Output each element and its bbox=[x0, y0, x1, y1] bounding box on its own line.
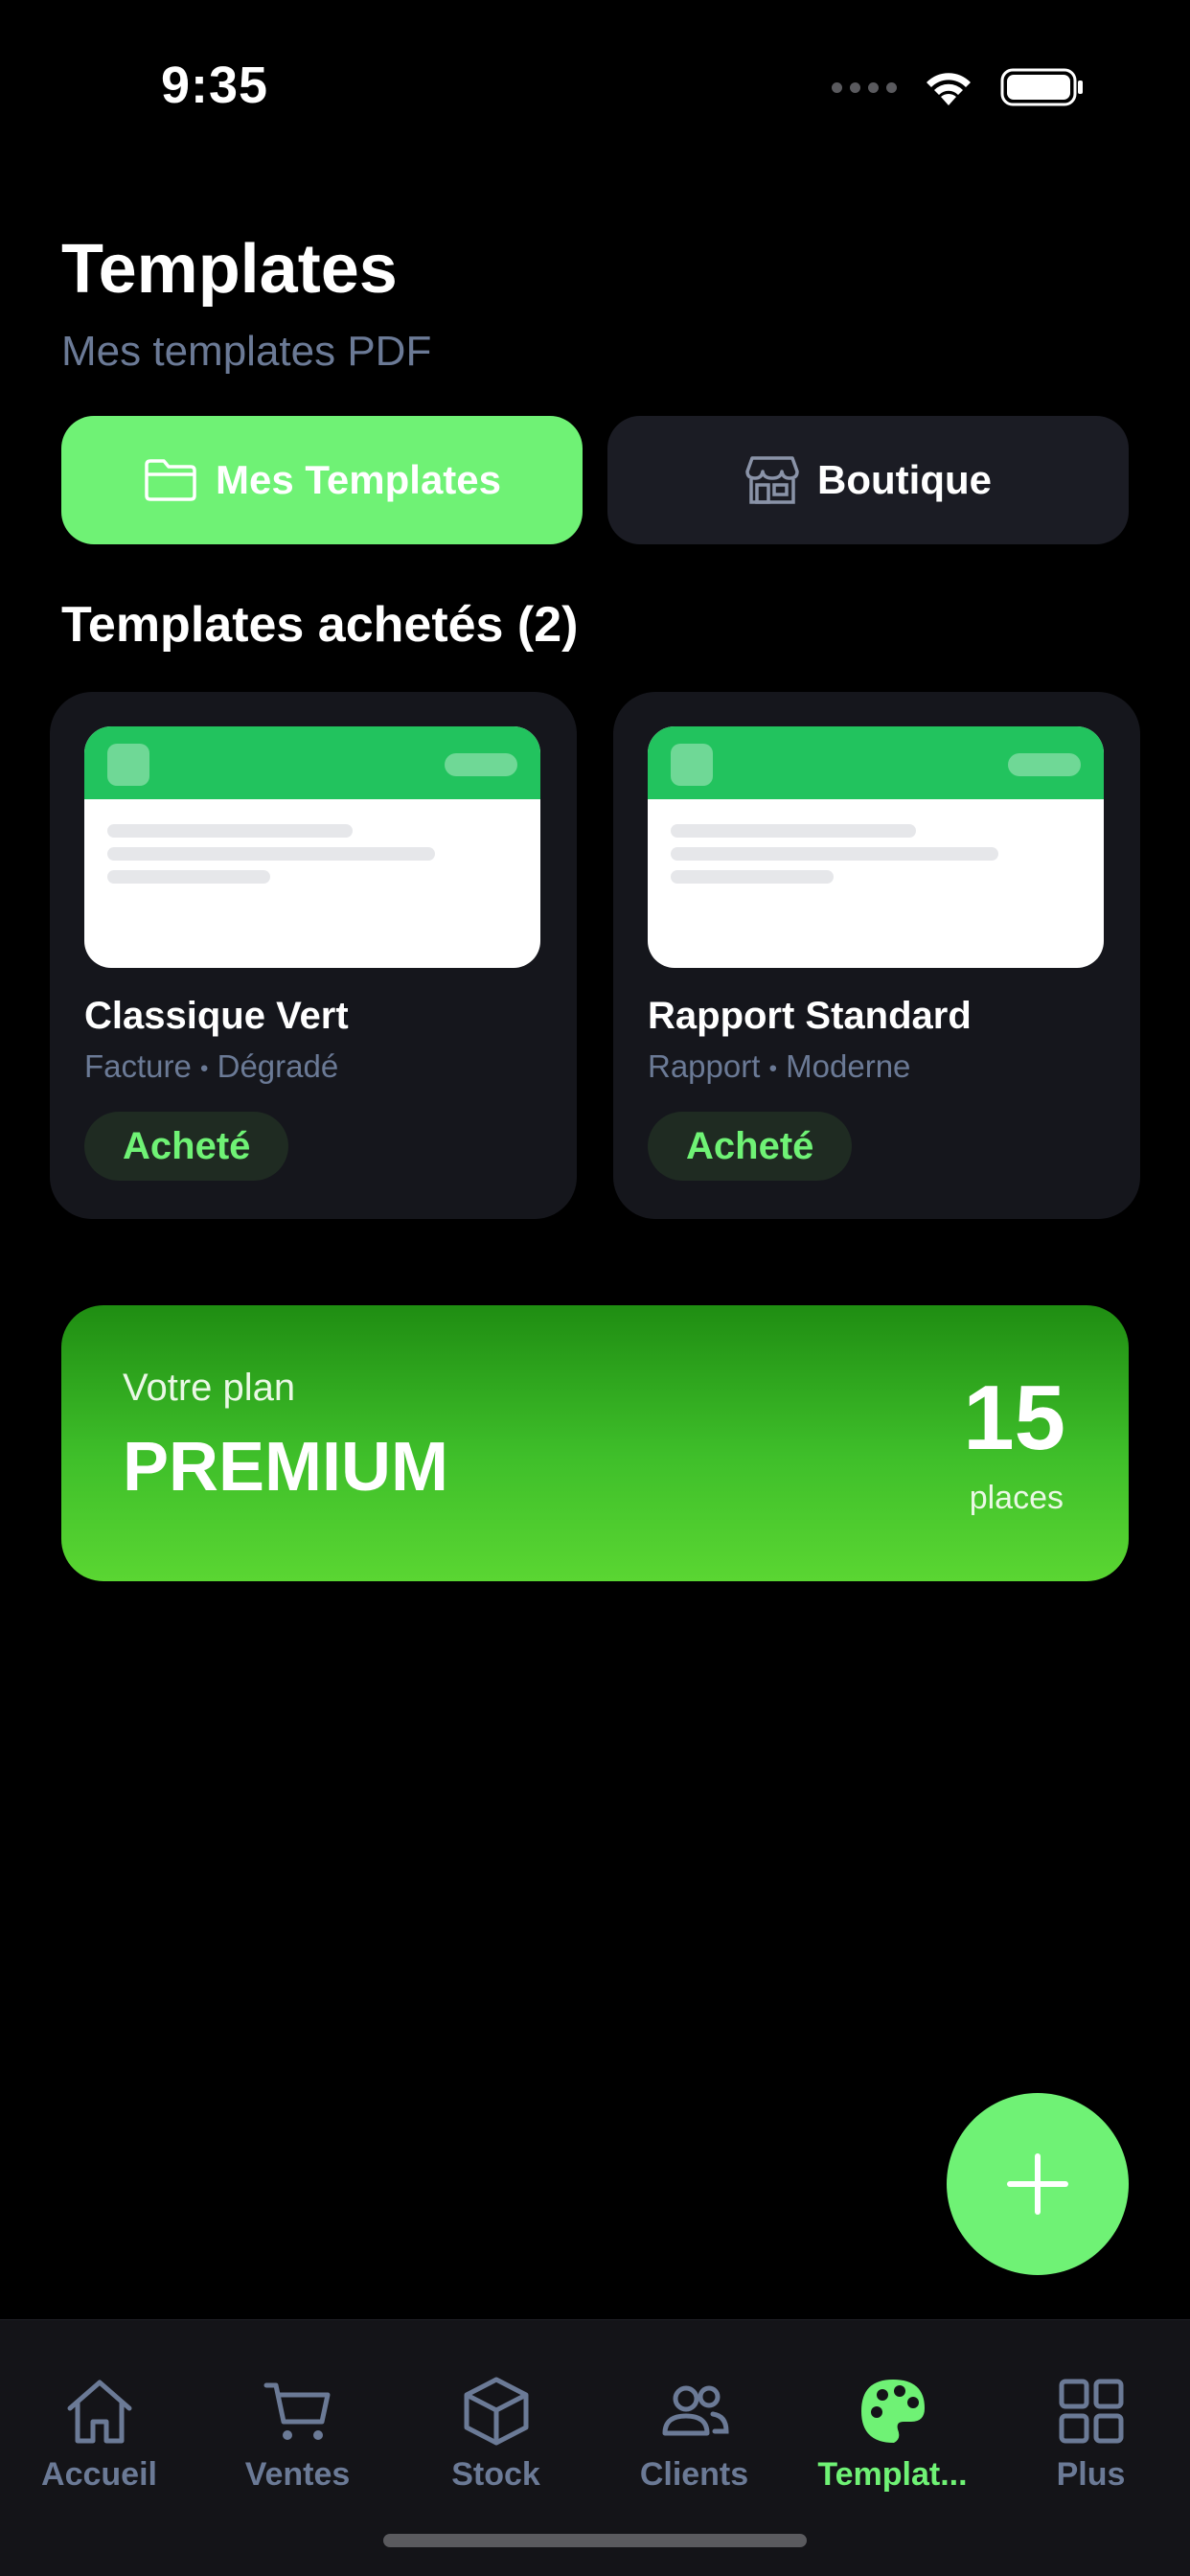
plan-seat-unit: places bbox=[969, 1480, 1064, 1516]
storefront-icon bbox=[745, 456, 799, 504]
cellular-signal-icon bbox=[832, 81, 897, 93]
tab-label: Clients bbox=[639, 2456, 749, 2493]
template-name: Rapport Standard bbox=[648, 995, 972, 1037]
template-name: Classique Vert bbox=[84, 995, 349, 1037]
template-category: Facture bbox=[84, 1048, 192, 1084]
template-meta: Rapport • Moderne bbox=[648, 1048, 910, 1085]
shop-label: Boutique bbox=[817, 457, 992, 502]
battery-icon bbox=[1000, 68, 1083, 106]
add-template-button[interactable] bbox=[947, 2093, 1129, 2275]
template-thumbnail bbox=[84, 726, 540, 968]
tab-label: Accueil bbox=[41, 2456, 157, 2493]
status-time: 9:35 bbox=[161, 57, 269, 114]
page-title: Templates bbox=[61, 231, 398, 308]
box-icon bbox=[464, 2377, 528, 2446]
template-style: Dégradé bbox=[217, 1048, 339, 1084]
plan-seat-count: 15 bbox=[963, 1367, 1065, 1469]
template-thumbnail bbox=[648, 726, 1104, 968]
template-category: Rapport bbox=[648, 1048, 761, 1084]
plus-icon bbox=[1007, 2153, 1068, 2215]
meta-separator: • bbox=[200, 1055, 209, 1082]
plan-name: PREMIUM bbox=[123, 1429, 448, 1506]
status-indicators bbox=[832, 67, 1085, 107]
grid-icon bbox=[1059, 2379, 1123, 2444]
wifi-icon bbox=[927, 73, 971, 105]
my-templates-tab[interactable]: Mes Templates bbox=[61, 416, 583, 544]
plan-label: Votre plan bbox=[123, 1367, 296, 1409]
home-indicator[interactable] bbox=[383, 2534, 807, 2547]
tab-label: Templat... bbox=[817, 2456, 968, 2493]
tab-templates[interactable]: Templat... bbox=[793, 2374, 992, 2494]
tab-accueil[interactable]: Accueil bbox=[0, 2374, 198, 2494]
template-card[interactable]: Classique Vert Facture • Dégradé Acheté bbox=[50, 692, 577, 1219]
section-title: Templates achetés (2) bbox=[61, 597, 579, 653]
template-style: Moderne bbox=[786, 1048, 911, 1084]
tab-clients[interactable]: Clients bbox=[595, 2374, 793, 2494]
tab-plus[interactable]: Plus bbox=[992, 2374, 1190, 2494]
tab-label: Plus bbox=[1056, 2456, 1126, 2493]
palette-icon bbox=[860, 2380, 925, 2443]
template-card[interactable]: Rapport Standard Rapport • Moderne Achet… bbox=[613, 692, 1140, 1219]
tab-ventes[interactable]: Ventes bbox=[198, 2374, 397, 2494]
tab-label: Stock bbox=[451, 2456, 540, 2493]
shop-tab[interactable]: Boutique bbox=[607, 416, 1129, 544]
cart-icon bbox=[263, 2382, 330, 2440]
page-subtitle: Mes templates PDF bbox=[61, 328, 432, 375]
folder-icon bbox=[145, 459, 196, 501]
meta-separator: • bbox=[768, 1055, 777, 1082]
plan-banner[interactable]: Votre plan PREMIUM 15 places bbox=[61, 1305, 1129, 1581]
tab-label: Ventes bbox=[244, 2456, 351, 2493]
tab-stock[interactable]: Stock bbox=[397, 2374, 595, 2494]
templates-screen: 9:35 Templates Mes templates PDF Mes Tem… bbox=[0, 0, 1190, 2576]
template-meta: Facture • Dégradé bbox=[84, 1048, 338, 1085]
purchased-badge: Acheté bbox=[84, 1112, 289, 1181]
users-icon bbox=[662, 2385, 729, 2436]
my-templates-label: Mes Templates bbox=[216, 457, 501, 502]
home-icon bbox=[67, 2380, 131, 2444]
purchased-badge: Acheté bbox=[648, 1112, 853, 1181]
